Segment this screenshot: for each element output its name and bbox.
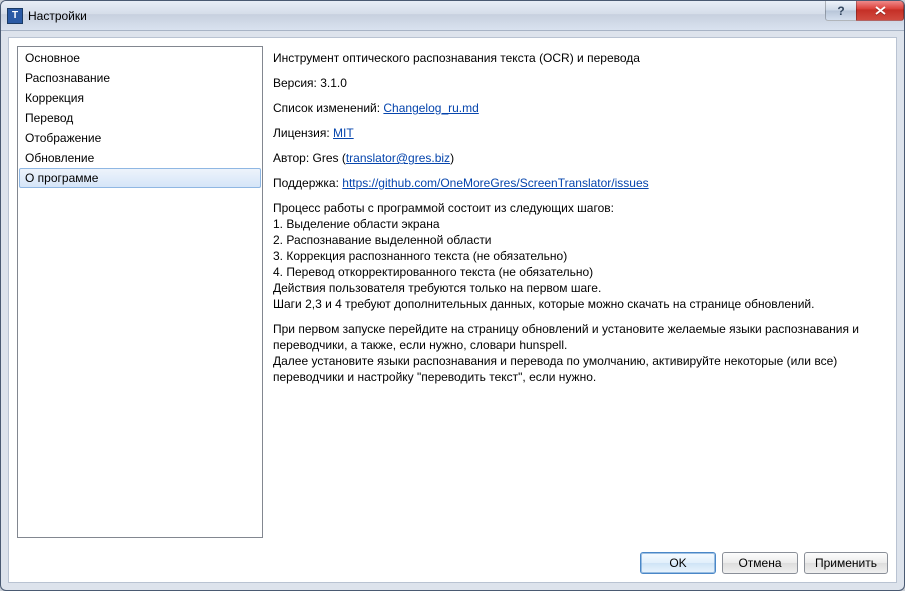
- sidebar-item-1[interactable]: Распознавание: [19, 68, 261, 88]
- sidebar-item-label: Коррекция: [25, 91, 84, 105]
- client-area: Основное Распознавание Коррекция Перевод Ото…: [8, 37, 897, 583]
- sidebar-item-6[interactable]: О программе: [19, 168, 261, 188]
- settings-window: T Настройки ? Основное Распознавание Корре…: [0, 0, 905, 591]
- process-step-4: 4. Перевод откорректированного текста (н…: [273, 264, 882, 280]
- sidebar-item-0[interactable]: Основное: [19, 48, 261, 68]
- sidebar-item-label: Перевод: [25, 111, 73, 125]
- process-step-3: 3. Коррекция распознанного текста (не об…: [273, 248, 882, 264]
- sidebar[interactable]: Основное Распознавание Коррекция Перевод Ото…: [17, 46, 263, 538]
- author-line: Автор: Gres (translator@gres.biz): [273, 150, 882, 166]
- sidebar-item-label: Отображение: [25, 131, 101, 145]
- process-block: Процесс работы с программой состоит из с…: [273, 200, 882, 312]
- close-button[interactable]: [856, 1, 904, 21]
- apply-button[interactable]: Применить: [804, 552, 888, 574]
- sidebar-item-3[interactable]: Перевод: [19, 108, 261, 128]
- sidebar-item-2[interactable]: Коррекция: [19, 88, 261, 108]
- ok-button[interactable]: OK: [640, 552, 716, 574]
- changelog-label: Список изменений:: [273, 101, 383, 115]
- app-icon: T: [7, 8, 23, 24]
- cancel-button[interactable]: Отмена: [722, 552, 798, 574]
- first-run-2: Далее установите языки распознавания и п…: [273, 353, 882, 385]
- first-run-block: При первом запуске перейдите на страницу…: [273, 321, 882, 385]
- version-label: Версия:: [273, 76, 320, 90]
- help-button[interactable]: ?: [825, 1, 857, 21]
- version-line: Версия: 3.1.0: [273, 75, 882, 91]
- titlebar[interactable]: T Настройки ?: [1, 1, 904, 31]
- actions-note: Действия пользователя требуются только н…: [273, 280, 882, 296]
- support-label: Поддержка:: [273, 176, 342, 190]
- close-icon: [875, 6, 886, 15]
- sidebar-item-label: Распознавание: [25, 71, 110, 85]
- steps-note: Шаги 2,3 и 4 требуют дополнительных данн…: [273, 296, 882, 312]
- window-title: Настройки: [28, 9, 87, 23]
- process-step-1: 1. Выделение области экрана: [273, 216, 882, 232]
- first-run-1: При первом запуске перейдите на страницу…: [273, 321, 882, 353]
- version-value: 3.1.0: [320, 76, 347, 90]
- support-line: Поддержка: https://github.com/OneMoreGre…: [273, 175, 882, 191]
- about-panel: Инструмент оптического распознавания тек…: [271, 46, 888, 538]
- sidebar-item-label: Обновление: [25, 151, 94, 165]
- license-line: Лицензия: MIT: [273, 125, 882, 141]
- support-link[interactable]: https://github.com/OneMoreGres/ScreenTra…: [342, 176, 648, 190]
- author-email-link[interactable]: translator@gres.biz: [346, 151, 450, 165]
- sidebar-item-5[interactable]: Обновление: [19, 148, 261, 168]
- help-icon: ?: [837, 4, 844, 18]
- body: Основное Распознавание Коррекция Перевод Ото…: [9, 38, 896, 546]
- sidebar-item-label: Основное: [25, 51, 80, 65]
- changelog-link[interactable]: Changelog_ru.md: [383, 101, 478, 115]
- sidebar-item-label: О программе: [25, 171, 98, 185]
- license-link[interactable]: MIT: [333, 126, 354, 140]
- changelog-line: Список изменений: Changelog_ru.md: [273, 100, 882, 116]
- license-label: Лицензия:: [273, 126, 333, 140]
- process-step-2: 2. Распознавание выделенной области: [273, 232, 882, 248]
- author-label: Автор: Gres (: [273, 151, 346, 165]
- sidebar-item-4[interactable]: Отображение: [19, 128, 261, 148]
- process-intro: Процесс работы с программой состоит из с…: [273, 200, 882, 216]
- description-text: Инструмент оптического распознавания тек…: [273, 50, 882, 66]
- system-buttons: ?: [826, 1, 904, 21]
- dialog-buttons: OK Отмена Применить: [9, 546, 896, 582]
